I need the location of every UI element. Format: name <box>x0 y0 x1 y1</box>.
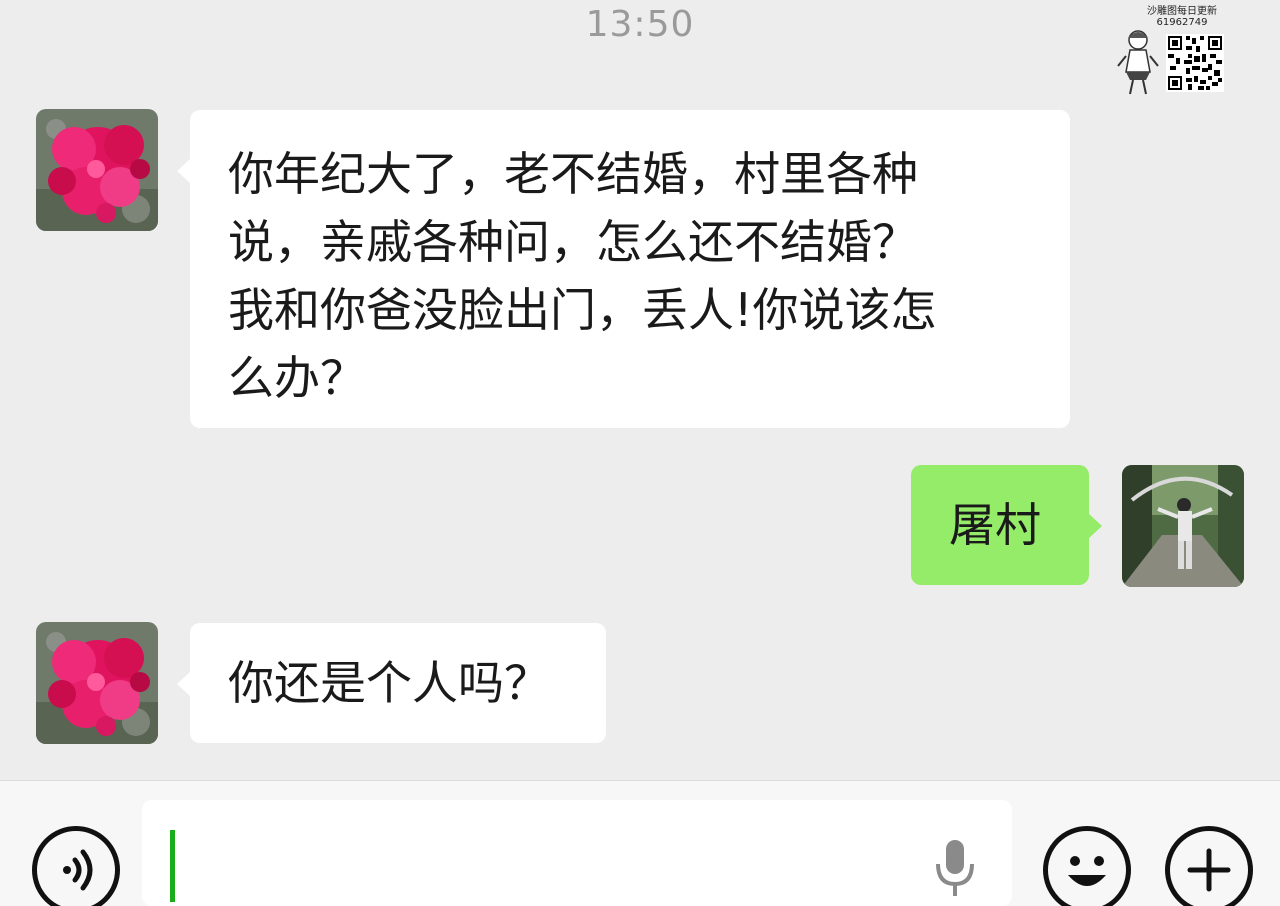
bubble-tail <box>1088 513 1102 539</box>
more-button[interactable] <box>1165 826 1253 906</box>
contact-avatar[interactable] <box>36 109 158 231</box>
message-timestamp: 13:50 <box>585 4 695 45</box>
microphone-icon[interactable] <box>930 838 980 898</box>
flower-avatar-icon <box>36 622 158 744</box>
plus-icon <box>1187 848 1231 892</box>
message-text: 你还是个人吗？ <box>228 656 550 710</box>
flower-avatar-icon <box>36 109 158 231</box>
incoming-message-bubble[interactable]: 你年纪大了，老不结婚，村里各种 说，亲戚各种问，怎么还不结婚？ 我和你爸没脸出门… <box>177 110 1070 428</box>
voice-toggle-button[interactable] <box>32 826 120 906</box>
outgoing-message-bubble[interactable]: 屠村 <box>911 465 1102 585</box>
incoming-message-bubble[interactable]: 你还是个人吗？ <box>177 623 606 743</box>
self-avatar[interactable] <box>1122 465 1244 587</box>
watermark-figure-icon <box>1117 30 1159 95</box>
bubble-tail <box>177 671 191 697</box>
photo-avatar-icon <box>1122 465 1244 587</box>
watermark-title: 沙雕图每日更新 <box>1147 6 1217 17</box>
watermark: 沙雕图每日更新 61962749 <box>1112 6 1232 96</box>
bubble-tail <box>177 158 191 184</box>
voice-toggle-icon <box>63 849 93 891</box>
emoji-button[interactable] <box>1043 826 1131 906</box>
watermark-id: 61962749 <box>1156 17 1208 28</box>
message-text-line: 说，亲戚各种问，怎么还不结婚？ <box>228 215 918 269</box>
message-input[interactable] <box>142 800 1012 906</box>
message-text-line: 我和你爸没脸出门，丢人!你说该怎 <box>228 283 937 337</box>
message-text-line: 么办？ <box>228 351 366 405</box>
message-text: 屠村 <box>949 498 1041 552</box>
watermark-caption: 沙雕图每日更新 61962749 <box>1132 6 1232 28</box>
emoji-icon <box>1068 856 1106 886</box>
chat-screen: 13:50 沙雕图每日更新 61962749 你年纪大了，老不结婚，村里各种 说… <box>0 0 1280 906</box>
watermark-qr-code-icon <box>1166 34 1224 92</box>
text-caret <box>170 830 175 902</box>
message-text-line: 你年纪大了，老不结婚，村里各种 <box>228 147 918 201</box>
contact-avatar[interactable] <box>36 622 158 744</box>
